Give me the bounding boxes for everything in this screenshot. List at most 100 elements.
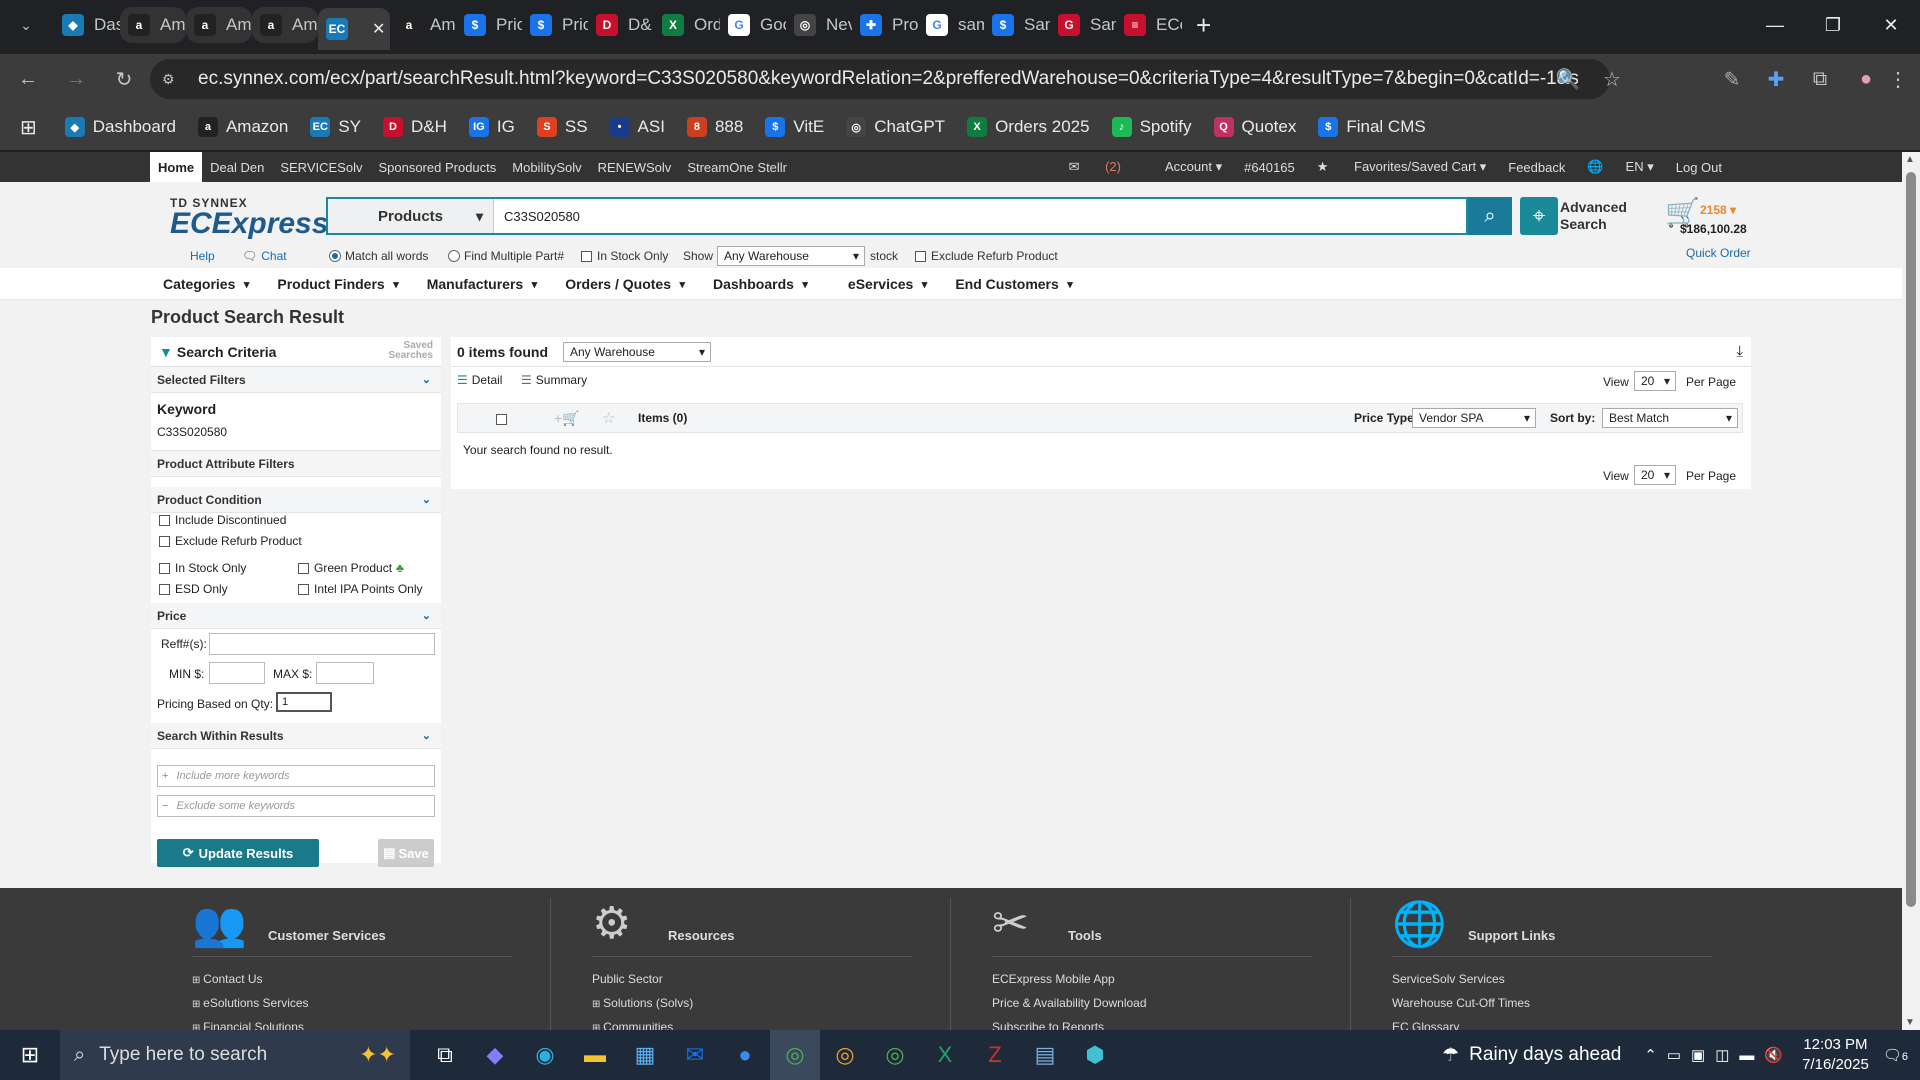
bookmark-item[interactable]: EC SY: [310, 117, 361, 137]
scroll-up-icon[interactable]: ▲: [1905, 154, 1915, 165]
feedback-link[interactable]: Feedback: [1508, 160, 1565, 175]
condition-header[interactable]: Product Condition ⌄: [151, 487, 441, 513]
bookmark-item[interactable]: ◆ Dashboard: [64, 117, 176, 137]
reload-button[interactable]: ↻: [104, 59, 144, 99]
bookmark-item[interactable]: S SS: [536, 117, 588, 137]
browser-tab[interactable]: ◆ Das: [54, 7, 120, 43]
browser-tab[interactable]: G San: [1050, 7, 1116, 43]
browser-tab[interactable]: a Am: [252, 7, 318, 43]
chrome-profile-2-icon[interactable]: ◎: [820, 1030, 870, 1080]
browser-tab[interactable]: $ Pric: [522, 7, 588, 43]
intel-ipa-checkbox[interactable]: Intel IPA Points Only: [298, 582, 423, 596]
display-icon[interactable]: ◫: [1715, 1046, 1729, 1064]
forward-button[interactable]: →: [56, 59, 96, 99]
price-header[interactable]: Price ⌄: [151, 603, 441, 629]
browser-tab[interactable]: a Am: [120, 7, 186, 43]
add-to-cart-icon[interactable]: +🛒: [554, 410, 580, 427]
topnav-link[interactable]: SERVICESolv: [272, 152, 370, 182]
detail-view-button[interactable]: ☰ Detail: [457, 373, 502, 387]
match-all-radio[interactable]: Match all words: [329, 249, 428, 263]
close-tab-icon[interactable]: ✕: [372, 19, 385, 39]
app-icon[interactable]: ⬢: [1070, 1030, 1120, 1080]
mainnav-menu[interactable]: Manufacturers: [427, 276, 538, 292]
topnav-link[interactable]: StreamOne Stellr: [679, 152, 795, 182]
search-within-header[interactable]: Search Within Results ⌄: [151, 723, 441, 749]
browser-tab[interactable]: ✚ Pro: [852, 7, 918, 43]
bookmark-item[interactable]: D D&H: [383, 117, 447, 137]
browser-tab[interactable]: ≡ ECo: [1116, 7, 1182, 43]
footer-link[interactable]: ⊞ Financial Solutions: [192, 1020, 304, 1030]
calculator-icon[interactable]: ▤: [1020, 1030, 1070, 1080]
notifications-icon[interactable]: 🗨6: [1883, 1046, 1908, 1064]
url-text[interactable]: ec.synnex.com/ecx/part/searchResult.html…: [198, 68, 1578, 90]
mainnav-menu[interactable]: Product Finders: [277, 276, 399, 292]
footer-link[interactable]: ECExpress Mobile App: [992, 972, 1115, 986]
max-price-input[interactable]: [316, 662, 374, 684]
bookmark-star-icon[interactable]: ☆: [1590, 67, 1634, 92]
selected-filters-header[interactable]: Selected Filters ⌄: [151, 367, 441, 393]
footer-link[interactable]: ⊞ Contact Us: [192, 972, 263, 986]
topnav-link[interactable]: Home: [150, 152, 203, 182]
scroll-down-icon[interactable]: ▼: [1905, 1017, 1915, 1028]
extensions-icon[interactable]: ⧉: [1798, 68, 1842, 91]
exclude-keywords-input[interactable]: − Exclude some keywords: [157, 795, 435, 817]
find-multiple-radio[interactable]: Find Multiple Part#: [448, 249, 564, 263]
logo[interactable]: TD SYNNEX ECExpress: [170, 196, 328, 239]
edge-icon[interactable]: ◉: [520, 1030, 570, 1080]
browser-tab[interactable]: D D&: [588, 7, 654, 43]
footer-link[interactable]: ⊞ Solutions (Solvs): [592, 996, 693, 1010]
reff-input[interactable]: [209, 633, 435, 655]
language-select[interactable]: 🌐 EN ▾: [1587, 159, 1653, 175]
topnav-link[interactable]: Deal Den: [202, 152, 272, 182]
sort-select[interactable]: Best Match: [1602, 408, 1738, 428]
outlook-icon[interactable]: ✉: [670, 1030, 720, 1080]
address-bar[interactable]: ⚙ ec.synnex.com/ecx/part/searchResult.ht…: [150, 59, 1610, 99]
search-button[interactable]: ⌕: [1468, 197, 1512, 235]
mainnav-menu[interactable]: Orders / Quotes: [565, 276, 685, 292]
network-icon[interactable]: ▭: [1667, 1046, 1681, 1064]
back-button[interactable]: ←: [8, 59, 48, 99]
apps-icon[interactable]: ⊞: [20, 115, 37, 140]
calendar-app-icon[interactable]: ●: [720, 1030, 770, 1080]
chevron-up-icon[interactable]: ⌃: [1644, 1046, 1657, 1064]
summary-view-button[interactable]: ☰ Summary: [521, 373, 587, 387]
messages-link[interactable]: ✉ (2): [1069, 159, 1121, 175]
menu-icon[interactable]: ⋮: [1876, 67, 1920, 92]
footer-link[interactable]: Subscribe to Reports: [992, 1020, 1104, 1030]
store-icon[interactable]: ▦: [620, 1030, 670, 1080]
extension-icon[interactable]: ✎: [1710, 67, 1754, 92]
zoom-icon[interactable]: 🔍: [1546, 67, 1590, 92]
min-price-input[interactable]: [209, 662, 265, 684]
topnav-link[interactable]: MobilitySolv: [504, 152, 589, 182]
excel-icon[interactable]: X: [920, 1030, 970, 1080]
results-warehouse-select[interactable]: Any Warehouse: [563, 342, 711, 362]
update-results-button[interactable]: ⟳ Update Results: [157, 839, 319, 867]
bookmark-item[interactable]: ◎ ChatGPT: [846, 117, 945, 137]
footer-link[interactable]: Price & Availability Download: [992, 996, 1147, 1010]
page-scrollbar[interactable]: ▲ ▼: [1902, 152, 1920, 1030]
in-stock-filter-checkbox[interactable]: In Stock Only: [159, 561, 246, 575]
extension-puzzle-blue-icon[interactable]: ✚: [1754, 67, 1798, 92]
scrollbar-thumb[interactable]: [1906, 172, 1916, 907]
mainnav-menu[interactable]: eServices: [848, 276, 928, 292]
bookmark-item[interactable]: 8 888: [686, 117, 743, 137]
attr-filters-header[interactable]: Product Attribute Filters: [151, 451, 441, 477]
esd-only-checkbox[interactable]: ESD Only: [159, 582, 228, 596]
footer-link[interactable]: Warehouse Cut-Off Times: [1392, 996, 1530, 1010]
browser-tab[interactable]: a Am: [390, 7, 456, 43]
file-explorer-icon[interactable]: ▬: [570, 1030, 620, 1080]
in-stock-checkbox[interactable]: In Stock Only: [581, 249, 668, 263]
exclude-refurb-filter-checkbox[interactable]: Exclude Refurb Product: [159, 534, 302, 548]
weather-widget[interactable]: ☂ Rainy days ahead: [1442, 1044, 1621, 1067]
footer-link[interactable]: Public Sector: [592, 972, 663, 986]
windows-start-icon[interactable]: ⊞: [0, 1030, 60, 1080]
meet-icon[interactable]: ▣: [1691, 1046, 1705, 1064]
warehouse-select[interactable]: Any Warehouse: [717, 246, 865, 266]
advanced-search-button[interactable]: ⌖: [1520, 197, 1558, 235]
footer-link[interactable]: ServiceSolv Services: [1392, 972, 1505, 986]
maximize-button[interactable]: ❐: [1804, 0, 1862, 50]
site-info-icon[interactable]: ⚙: [162, 71, 184, 88]
include-keywords-input[interactable]: + Include more keywords: [157, 765, 435, 787]
browser-tab[interactable]: X Ord: [654, 7, 720, 43]
tab-search-button[interactable]: ⌄: [8, 7, 44, 43]
